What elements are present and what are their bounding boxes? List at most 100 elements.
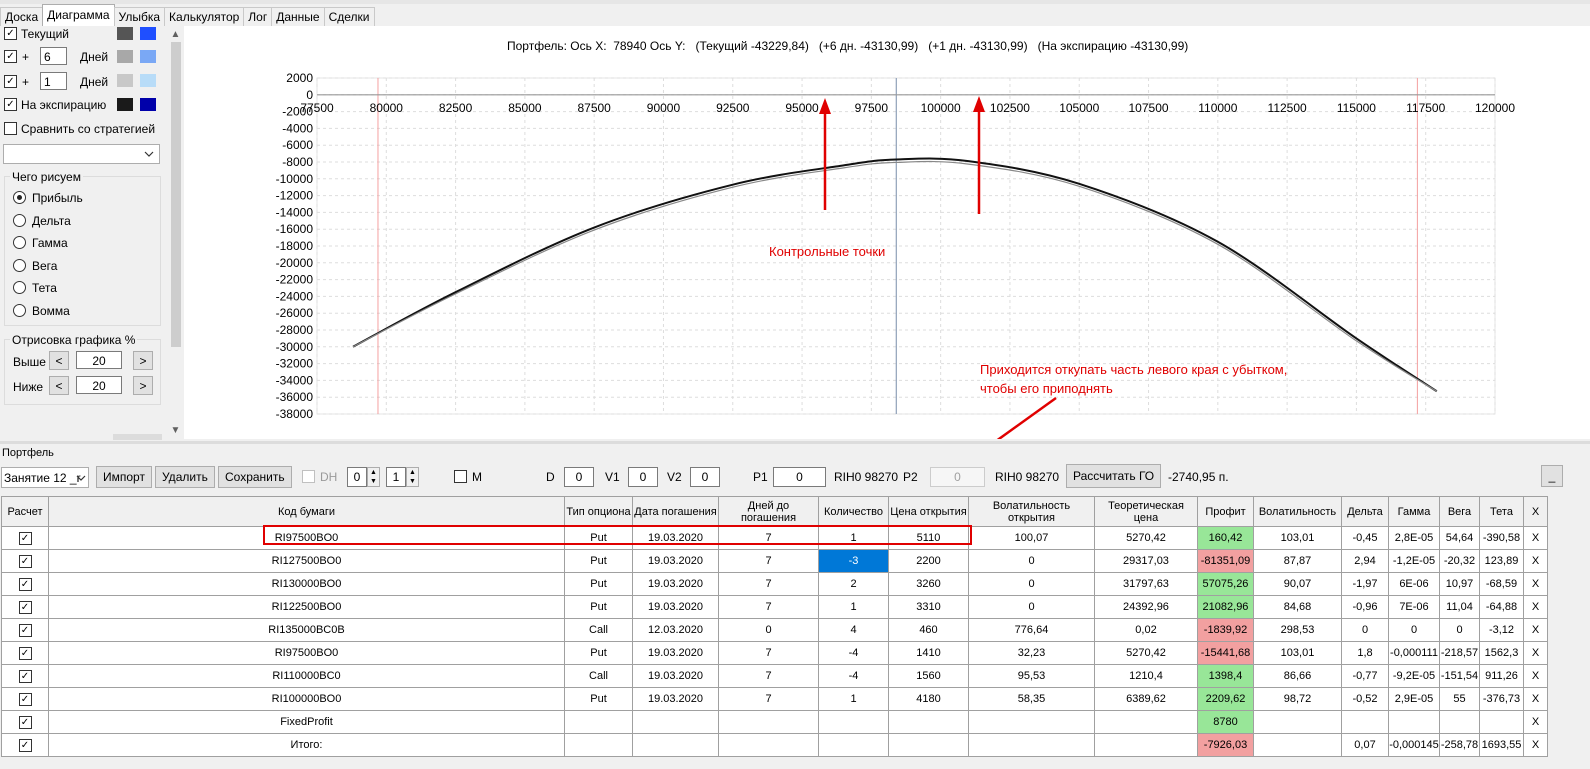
plus2-color-swatch-1[interactable] [117,74,133,87]
cell-code[interactable]: RI122500BO0 [48,595,565,619]
below-decrease-button[interactable]: < [49,376,69,395]
p2-input[interactable]: 0 [930,467,985,487]
above-decrease-button[interactable]: < [49,351,69,370]
cell-theta[interactable] [1479,710,1524,734]
cell-vol[interactable]: 84,68 [1253,595,1342,619]
cell-delta[interactable]: -0,96 [1341,595,1389,619]
col-header-calc[interactable]: Расчет [1,496,49,527]
col-header-vega[interactable]: Вега [1439,496,1480,527]
expiry-color-swatch-2[interactable] [140,98,156,111]
col-header-code[interactable]: Код бумаги [48,496,565,527]
col-header-days[interactable]: Дней до погашения [718,496,819,527]
cell-theta[interactable]: -376,73 [1479,687,1524,711]
radio-vega[interactable] [13,259,26,272]
row-delete-button[interactable]: X [1523,687,1548,711]
row-delete-button[interactable]: X [1523,733,1548,757]
cell-code[interactable]: RI110000BC0 [48,664,565,688]
cell-code[interactable]: Итого: [48,733,565,757]
cell-vol[interactable]: 90,07 [1253,572,1342,596]
cell-delta[interactable]: -0,52 [1341,687,1389,711]
cell-theo[interactable]: 5270,42 [1094,526,1198,550]
table-row[interactable]: ✓ RI122500BO0 Put 19.03.2020 7 1 3310 0 24392,96… [1,595,1548,619]
cell-theta[interactable]: -3,12 [1479,618,1524,642]
cell-date[interactable]: 19.03.2020 [632,526,719,550]
table-row[interactable]: ✓ RI100000BO0 Put 19.03.2020 7 1 4180 58,35 6389… [1,687,1548,711]
cell-price[interactable] [888,710,969,734]
row-delete-button[interactable]: X [1523,595,1548,619]
cell-price[interactable]: 460 [888,618,969,642]
tab-trades[interactable]: Сделки [323,7,375,26]
cell-delta[interactable]: -0,45 [1341,526,1389,550]
row-calc-checkbox[interactable]: ✓ [18,531,32,545]
current-color-swatch-2[interactable] [140,27,156,40]
cell-profit[interactable]: 2209,62 [1197,687,1254,711]
scroll-down-icon[interactable]: ▼ [168,423,183,438]
cell-price[interactable] [888,733,969,757]
cell-delta[interactable] [1341,710,1389,734]
row-delete-button[interactable]: X [1523,641,1548,665]
cell-type[interactable]: Put [564,526,633,550]
cell-delta[interactable]: -1,97 [1341,572,1389,596]
radio-profit[interactable] [13,191,26,204]
table-row[interactable]: ✓ RI135000BC0B Call 12.03.2020 0 4 460 776,64 0,… [1,618,1548,642]
cell-theta[interactable]: 1562,3 [1479,641,1524,665]
table-row[interactable]: ✓ Итого: -7926,03 0,07 -0,000145 -258,78 1693,… [1,733,1548,757]
row-calc-checkbox[interactable]: ✓ [18,554,32,568]
cell-qty[interactable]: 1 [818,526,889,550]
v2-input[interactable]: 0 [690,467,720,487]
cell-gamma[interactable]: 0 [1388,618,1440,642]
cell-theo[interactable]: 5270,42 [1094,641,1198,665]
scroll-thumb[interactable] [171,42,181,347]
cell-vega[interactable]: -151,54 [1439,664,1480,688]
plus1-checkbox[interactable]: ✓ [4,50,17,63]
plus1-color-swatch-2[interactable] [140,50,156,63]
dh-spin-1-arrows[interactable]: ▲ ▼ [367,467,380,487]
cell-vol-open[interactable]: 0 [968,572,1095,596]
cell-delta[interactable]: 0 [1341,618,1389,642]
cell-delta[interactable]: 2,94 [1341,549,1389,573]
radio-gamma[interactable] [13,236,26,249]
cell-days[interactable]: 7 [718,595,819,619]
cell-vega[interactable]: 0 [1439,618,1480,642]
table-row[interactable]: ✓ RI130000BO0 Put 19.03.2020 7 2 3260 0 31797,63… [1,572,1548,596]
cell-theo[interactable] [1094,733,1198,757]
tab-data[interactable]: Данные [271,7,325,26]
cell-vol[interactable] [1253,733,1342,757]
cell-code[interactable]: RI127500BO0 [48,549,565,573]
cell-vol[interactable]: 103,01 [1253,526,1342,550]
cell-vol-open[interactable]: 95,53 [968,664,1095,688]
cell-profit[interactable]: -7926,03 [1197,733,1254,757]
cell-profit[interactable]: 57075,26 [1197,572,1254,596]
panel-splitter[interactable] [0,441,1590,444]
delete-button[interactable]: Удалить [155,466,215,488]
cell-days[interactable]: 7 [718,526,819,550]
cell-qty[interactable]: 1 [818,687,889,711]
col-header-qty[interactable]: Количество [818,496,889,527]
col-header-vol-open[interactable]: Волатильность открытия [968,496,1095,527]
tab-smile[interactable]: Улыбка [113,7,166,26]
cell-theta[interactable]: 123,89 [1479,549,1524,573]
table-row[interactable]: ✓ RI97500BO0 Put 19.03.2020 7 -4 1410 32,23 5270… [1,641,1548,665]
row-calc-checkbox[interactable]: ✓ [18,646,32,660]
row-calc-checkbox[interactable]: ✓ [18,669,32,683]
cell-days[interactable]: 0 [718,618,819,642]
portfolio-select[interactable]: Занятие 12 _r [1,467,89,488]
cell-date[interactable]: 12.03.2020 [632,618,719,642]
calc-go-button[interactable]: Рассчитать ГО [1066,464,1162,488]
below-percent-input[interactable]: 20 [76,376,122,394]
cell-days[interactable] [718,710,819,734]
cell-qty[interactable] [818,733,889,757]
strategy-select[interactable] [3,144,160,164]
cell-qty[interactable]: 2 [818,572,889,596]
compare-checkbox[interactable] [4,122,17,135]
cell-theta[interactable]: -390,58 [1479,526,1524,550]
cell-profit[interactable]: 8780 [1197,710,1254,734]
cell-gamma[interactable]: 7E-06 [1388,595,1440,619]
cell-vega[interactable]: -258,78 [1439,733,1480,757]
cell-date[interactable] [632,733,719,757]
tab-diagram[interactable]: Диаграмма [42,4,115,26]
table-row[interactable]: ✓ RI97500BO0 Put 19.03.2020 7 1 5110 100,07 5270… [1,526,1548,550]
cell-profit[interactable]: 21082,96 [1197,595,1254,619]
row-calc-checkbox[interactable]: ✓ [18,600,32,614]
cell-theta[interactable]: -68,59 [1479,572,1524,596]
